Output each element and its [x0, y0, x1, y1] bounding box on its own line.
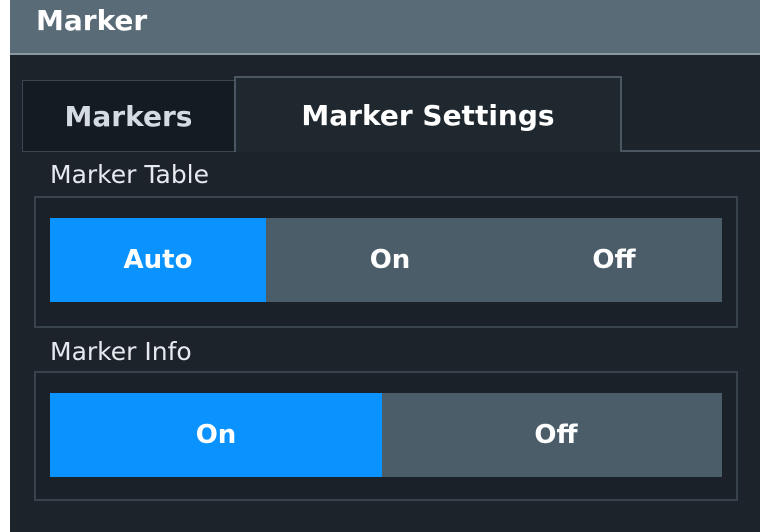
marker-info-group: On Off [34, 371, 738, 501]
marker-table-toggle: Auto On Off [50, 218, 722, 302]
tab-bar: Markers Marker Settings [22, 76, 760, 152]
marker-info-off-button[interactable]: Off [390, 393, 722, 477]
marker-table-auto-button[interactable]: Auto [50, 218, 266, 302]
tab-markers[interactable]: Markers [22, 80, 234, 152]
marker-table-on-button[interactable]: On [282, 218, 498, 302]
marker-table-group: Auto On Off [34, 196, 738, 328]
marker-table-label: Marker Table [50, 160, 210, 189]
marker-info-toggle: On Off [50, 393, 722, 477]
marker-table-off-button[interactable]: Off [506, 218, 722, 302]
dialog-title: Marker [36, 4, 148, 37]
tab-marker-settings[interactable]: Marker Settings [234, 76, 622, 152]
marker-dialog: Marker Markers Marker Settings Marker Ta… [10, 0, 760, 532]
marker-info-on-button[interactable]: On [50, 393, 382, 477]
tab-divider [622, 150, 760, 152]
marker-info-label: Marker Info [50, 337, 192, 366]
dialog-titlebar[interactable]: Marker [10, 0, 760, 55]
